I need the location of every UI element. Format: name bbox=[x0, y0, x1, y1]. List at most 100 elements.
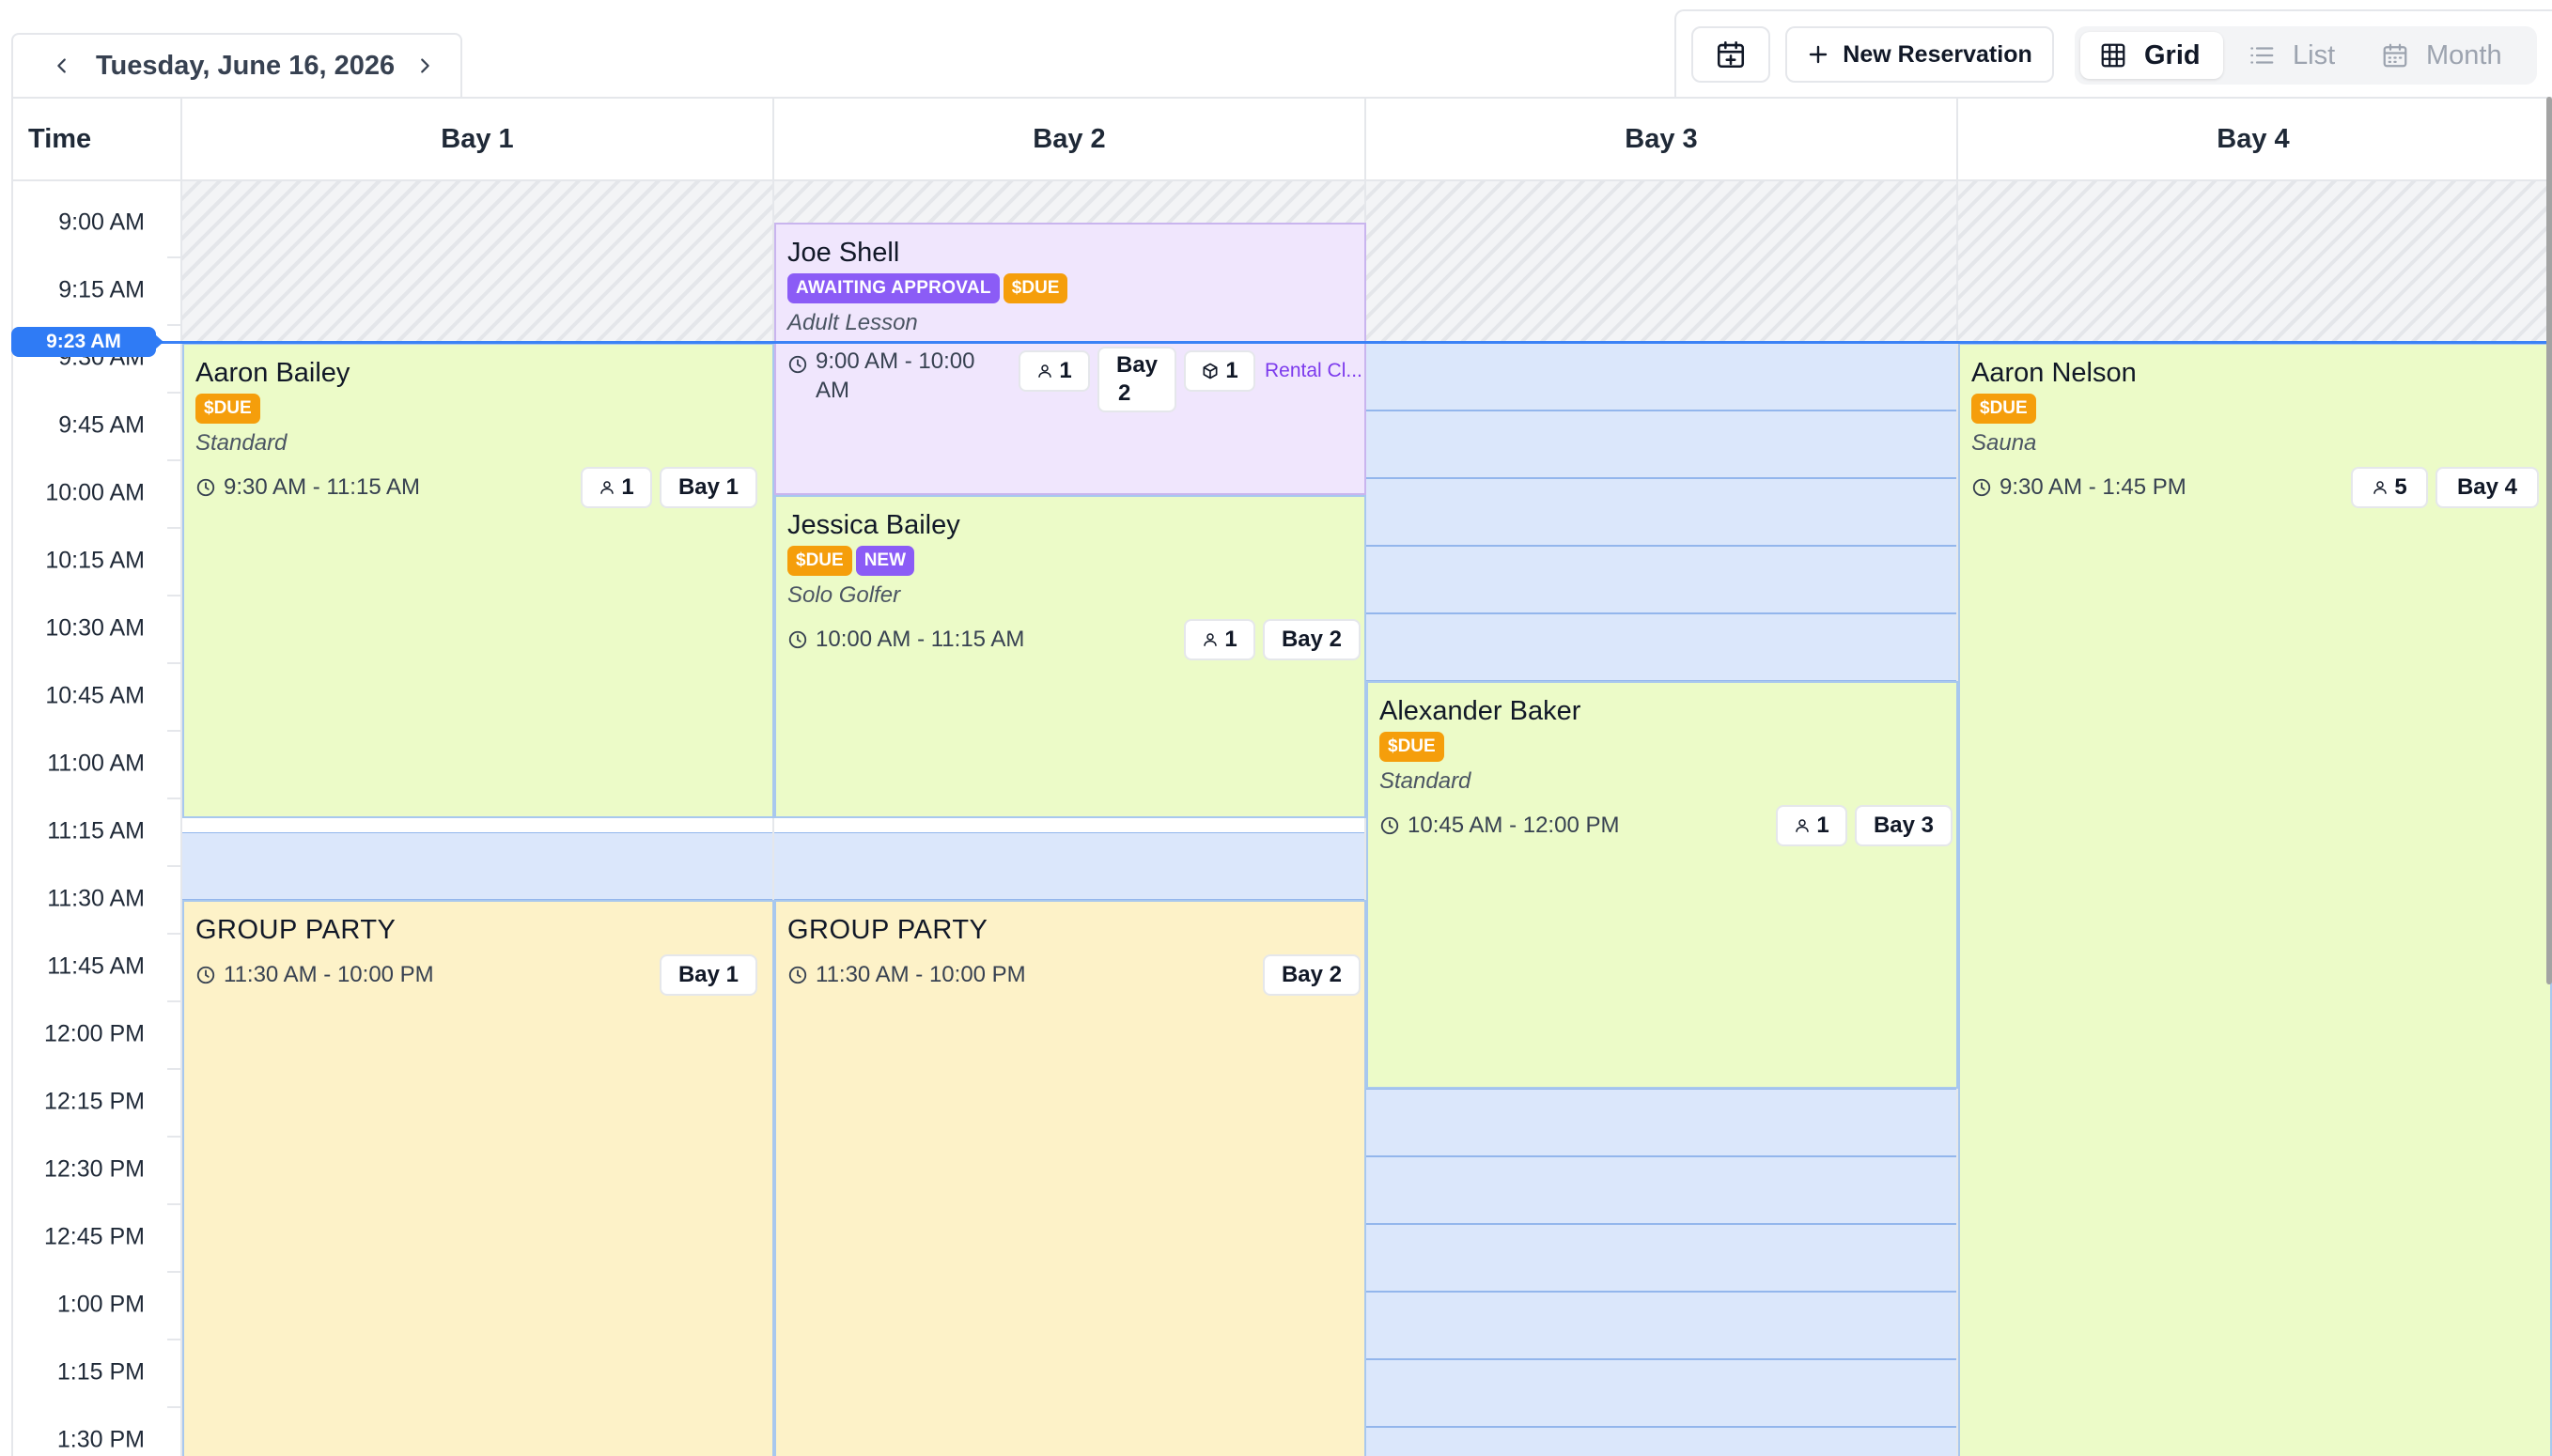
time-tick bbox=[167, 1271, 180, 1273]
due-badge: $DUE bbox=[1003, 273, 1068, 303]
time-tick bbox=[167, 1203, 180, 1205]
time-tick bbox=[167, 798, 180, 799]
current-time-indicator: 9:23 AM bbox=[11, 327, 163, 357]
free-slot[interactable] bbox=[1366, 1224, 1956, 1292]
reservation-name: GROUP PARTY bbox=[195, 915, 397, 945]
due-badge: $DUE bbox=[787, 546, 852, 576]
free-slot[interactable] bbox=[1366, 1292, 1956, 1359]
user-icon bbox=[1796, 819, 1810, 832]
time-label: 10:00 AM bbox=[45, 479, 145, 506]
time-tick bbox=[167, 1339, 180, 1340]
rental-label: Rental Cl... bbox=[1265, 360, 1362, 381]
bay-chip: Bay 3 bbox=[1855, 805, 1953, 846]
time-tick bbox=[167, 1068, 180, 1070]
list-icon bbox=[2250, 47, 2274, 64]
time-label: 9:00 AM bbox=[58, 209, 145, 236]
next-day-button[interactable] bbox=[402, 43, 447, 88]
time-label: 10:30 AM bbox=[45, 614, 145, 642]
time-label: 12:15 PM bbox=[43, 1088, 145, 1115]
due-badge: $DUE bbox=[1971, 394, 2036, 424]
bay-chip: Bay 2 bbox=[1263, 954, 1361, 996]
reservation-name: Aaron Bailey bbox=[195, 358, 350, 388]
bay-chip: Bay 1 bbox=[660, 467, 757, 508]
view-switcher: Grid List Month bbox=[2075, 26, 2537, 85]
reservation-time-continued: AM bbox=[816, 378, 849, 403]
new-reservation-button[interactable]: New Reservation bbox=[1785, 26, 2054, 83]
new-badge: NEW bbox=[855, 546, 915, 576]
bay-header-1: Bay 1 bbox=[182, 99, 774, 179]
free-slot[interactable] bbox=[1366, 613, 1956, 681]
free-slot[interactable] bbox=[1366, 478, 1956, 546]
time-column-header: Time bbox=[13, 99, 182, 179]
grid-view-button[interactable]: Grid bbox=[2080, 32, 2223, 79]
past-time-zone bbox=[1958, 181, 2552, 343]
rental-count-chip: 1 bbox=[1184, 350, 1255, 392]
reservation-jessica-bailey[interactable]: Jessica Bailey $DUE NEW Solo Golfer 10:0… bbox=[774, 495, 1366, 818]
free-slot[interactable] bbox=[1366, 1089, 1956, 1156]
time-tick bbox=[167, 1406, 180, 1408]
new-reservation-label: New Reservation bbox=[1843, 40, 2032, 68]
clock-icon bbox=[196, 478, 215, 497]
clock-icon bbox=[1972, 478, 1991, 497]
time-label: 11:15 AM bbox=[47, 817, 145, 844]
calendar-picker-button[interactable] bbox=[1691, 26, 1770, 83]
free-slot[interactable] bbox=[182, 832, 772, 900]
calendar-icon bbox=[2383, 43, 2407, 68]
time-tick bbox=[167, 256, 180, 258]
free-slot[interactable] bbox=[1366, 546, 1956, 613]
user-icon bbox=[1038, 364, 1052, 378]
free-slot[interactable] bbox=[1366, 410, 1956, 478]
previous-day-button[interactable] bbox=[39, 43, 85, 88]
grid-icon bbox=[2101, 43, 2125, 68]
free-slot[interactable] bbox=[1366, 1359, 1956, 1427]
time-label: 11:30 AM bbox=[47, 885, 145, 912]
reservation-aaron-nelson[interactable]: Aaron Nelson $DUE Sauna 9:30 AM - 1:45 P… bbox=[1958, 343, 2552, 1456]
bay-chip: Bay 2 bbox=[1263, 619, 1361, 660]
reservation-name: Aaron Nelson bbox=[1971, 358, 2137, 388]
chevron-left-icon bbox=[57, 58, 66, 73]
reservation-group-party-bay-2[interactable]: GROUP PARTY 11:30 AM - 10:00 PM Bay 2 bbox=[774, 900, 1366, 1456]
reservation-type: Adult Lesson bbox=[787, 310, 918, 335]
time-tick bbox=[167, 1000, 180, 1002]
reservation-aaron-bailey[interactable]: Aaron Bailey $DUE Standard 9:30 AM - 11:… bbox=[182, 343, 774, 818]
chevron-right-icon bbox=[421, 58, 429, 73]
reservation-group-party-bay-1[interactable]: GROUP PARTY 11:30 AM - 10:00 PM Bay 1 bbox=[182, 900, 774, 1456]
awaiting-approval-badge: AWAITING APPROVAL bbox=[787, 273, 1000, 303]
guest-count-chip: 1 bbox=[1776, 805, 1847, 846]
time-tick bbox=[167, 865, 180, 867]
reservation-time: 9:30 AM - 11:15 AM bbox=[224, 474, 421, 500]
reservation-time: 11:30 AM - 10:00 PM bbox=[224, 962, 434, 987]
reservation-time: 9:00 AM - 10:00 bbox=[816, 349, 975, 374]
bay-header-3: Bay 3 bbox=[1366, 99, 1958, 179]
free-slot[interactable] bbox=[1366, 1156, 1956, 1224]
reservation-alexander-baker[interactable]: Alexander Baker $DUE Standard 10:45 AM -… bbox=[1366, 681, 1958, 1089]
user-icon bbox=[2373, 481, 2388, 494]
time-tick bbox=[167, 933, 180, 935]
time-label: 12:45 PM bbox=[43, 1223, 145, 1250]
grid-view-label: Grid bbox=[2144, 39, 2201, 70]
list-view-label: List bbox=[2293, 39, 2336, 70]
month-view-label: Month bbox=[2426, 39, 2502, 70]
clock-icon bbox=[196, 966, 215, 984]
time-column: 9:00 AM 9:15 AM 9:30 AM 9:45 AM 10:00 AM 10:1… bbox=[13, 181, 182, 1456]
time-label: 1:00 PM bbox=[56, 1291, 145, 1318]
reservation-joe-shell[interactable]: Joe Shell AWAITING APPROVAL $DUE Adult L… bbox=[774, 223, 1366, 495]
free-slot[interactable] bbox=[774, 832, 1364, 900]
month-view-button[interactable]: Month bbox=[2362, 32, 2531, 79]
free-slot[interactable] bbox=[1366, 1427, 1956, 1456]
clock-icon bbox=[788, 966, 807, 984]
vertical-scrollbar[interactable] bbox=[2546, 97, 2552, 984]
bay-header-4: Bay 4 bbox=[1958, 99, 2550, 179]
reservation-name: GROUP PARTY bbox=[787, 915, 988, 945]
toolbar: New Reservation Grid List Month bbox=[1674, 9, 2552, 97]
due-badge: $DUE bbox=[195, 394, 260, 424]
guest-count-chip: 1 bbox=[581, 467, 652, 508]
list-view-button[interactable]: List bbox=[2229, 32, 2351, 79]
free-slot[interactable] bbox=[1366, 343, 1956, 410]
reservation-name: Jessica Bailey bbox=[787, 510, 960, 540]
time-label: 11:00 AM bbox=[47, 750, 145, 777]
current-date: Tuesday, June 16, 2026 bbox=[96, 50, 396, 81]
bay-header-2: Bay 2 bbox=[774, 99, 1366, 179]
date-navigator: Tuesday, June 16, 2026 bbox=[11, 33, 462, 97]
clock-icon bbox=[788, 630, 807, 649]
